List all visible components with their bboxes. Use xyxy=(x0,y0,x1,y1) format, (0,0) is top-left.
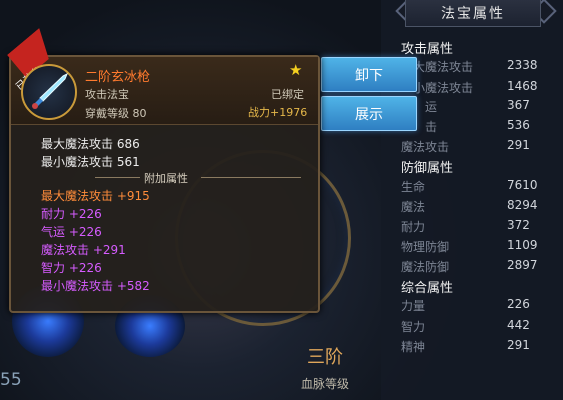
base-stat: 最小魔法攻击 561 xyxy=(41,155,140,169)
extra-attributes-header: 附加属性 xyxy=(144,172,188,185)
extra-stat: 气运 +226 xyxy=(41,225,102,239)
attack-row: 大魔法攻击 2338 xyxy=(401,58,561,76)
overall-row: 精神 291 xyxy=(401,338,561,356)
divider-line xyxy=(201,177,301,178)
level-number: 55 xyxy=(0,370,22,390)
item-icon xyxy=(21,64,77,120)
attack-row: 击 536 xyxy=(401,118,561,136)
item-name: 二阶玄冰枪 xyxy=(85,70,151,85)
bound-status: 已绑定 xyxy=(271,88,304,101)
panel-title: 法宝属性 xyxy=(405,0,541,27)
extra-attributes-divider: 附加属性 xyxy=(41,170,309,185)
attr-value: 2338 xyxy=(507,58,538,72)
attack-section-header: 攻击属性 xyxy=(401,42,454,57)
favorite-star-icon[interactable]: ★ xyxy=(289,61,302,79)
attr-value: 291 xyxy=(507,138,530,152)
item-power: 战力+1976 xyxy=(248,106,308,119)
attr-label: 物理防御 xyxy=(401,240,450,254)
spear-icon xyxy=(32,72,68,109)
attack-row: 魔法攻击 291 xyxy=(401,138,561,156)
defense-row: 魔法防御 2897 xyxy=(401,258,561,276)
divider-line xyxy=(95,177,140,178)
defense-section-header: 防御属性 xyxy=(401,161,454,176)
extra-stat: 耐力 +226 xyxy=(41,207,102,221)
defense-row: 魔法 8294 xyxy=(401,198,561,216)
show-button[interactable]: 展示 xyxy=(321,96,417,131)
attack-row: 小魔法攻击 1468 xyxy=(401,79,561,97)
unequip-button[interactable]: 卸下 xyxy=(321,57,417,92)
defense-row: 耐力 372 xyxy=(401,218,561,236)
overall-section-header: 综合属性 xyxy=(401,281,454,296)
item-requirement: 穿戴等级 80 xyxy=(85,107,147,120)
overall-row: 力量 226 xyxy=(401,297,561,315)
attr-label: 击 xyxy=(425,120,438,134)
defense-row: 物理防御 1109 xyxy=(401,238,561,256)
overall-row: 智力 442 xyxy=(401,318,561,336)
attr-label: 运 xyxy=(425,100,438,114)
extra-stat: 智力 +226 xyxy=(41,261,102,275)
attr-label: 小魔法攻击 xyxy=(413,81,474,95)
attr-label: 智力 xyxy=(401,320,426,334)
attr-value: 536 xyxy=(507,118,530,132)
attr-value: 291 xyxy=(507,338,530,352)
attr-value: 1109 xyxy=(507,238,538,252)
attr-label: 大魔法攻击 xyxy=(413,60,474,74)
attr-value: 367 xyxy=(507,98,530,112)
attr-value: 1468 xyxy=(507,79,538,93)
attr-label: 精神 xyxy=(401,340,426,354)
extra-stat: 魔法攻击 +291 xyxy=(41,243,126,257)
attr-value: 442 xyxy=(507,318,530,332)
item-type: 攻击法宝 xyxy=(85,88,129,101)
attr-label: 生命 xyxy=(401,180,426,194)
extra-stat: 最小魔法攻击 +582 xyxy=(41,279,150,293)
extra-stat: 最大魔法攻击 +915 xyxy=(41,189,150,203)
attr-label: 魔法 xyxy=(401,200,426,214)
attr-label: 魔法攻击 xyxy=(401,140,450,154)
attack-row: 运 367 xyxy=(401,98,561,116)
attr-value: 2897 xyxy=(507,258,538,272)
attr-label: 力量 xyxy=(401,299,426,313)
attr-label: 耐力 xyxy=(401,220,426,234)
defense-row: 生命 7610 xyxy=(401,178,561,196)
base-stat: 最大魔法攻击 686 xyxy=(41,137,140,151)
attr-value: 372 xyxy=(507,218,530,232)
attr-value: 226 xyxy=(507,297,530,311)
attr-label: 魔法防御 xyxy=(401,260,450,274)
attr-value: 8294 xyxy=(507,198,538,212)
bloodline-rank: 三阶 xyxy=(307,347,343,368)
attr-value: 7610 xyxy=(507,178,538,192)
bloodline-rank-label: 血脉等级 xyxy=(300,377,349,391)
